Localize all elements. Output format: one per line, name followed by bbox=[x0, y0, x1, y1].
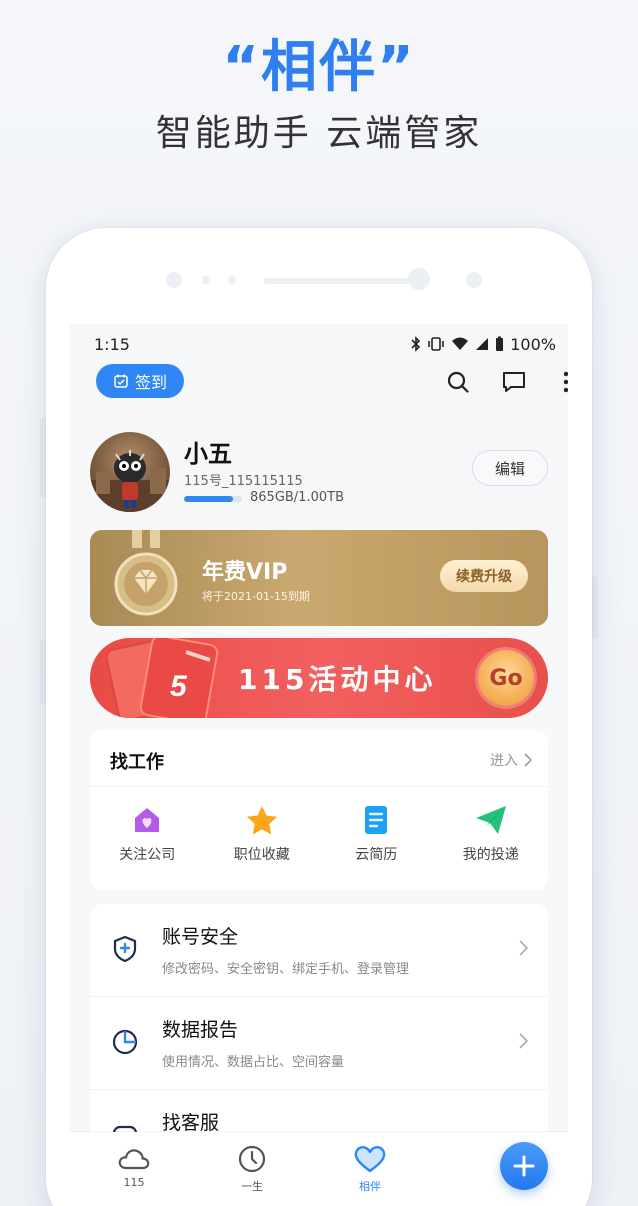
tab-label: 115 bbox=[123, 1176, 145, 1189]
message-icon bbox=[503, 372, 525, 392]
battery-percent: 100% bbox=[510, 334, 556, 354]
phone-side-button bbox=[592, 575, 598, 639]
avatar-image bbox=[90, 450, 170, 512]
go-button[interactable]: Go bbox=[478, 650, 534, 706]
app-screen: 1:15 100% 签到 小五 115号_115115115 865GB/1.0… bbox=[70, 324, 568, 1206]
menu-item-title: 找客服 bbox=[162, 1112, 220, 1134]
sensor-dot bbox=[166, 272, 182, 288]
edit-profile-button[interactable]: 编辑 bbox=[472, 450, 548, 486]
event-title: 115活动中心 bbox=[238, 663, 437, 696]
menu-item-title: 账号安全 bbox=[162, 926, 239, 948]
menu-item-data-report[interactable]: 数据报告 使用情况、数据占比、空间容量 bbox=[90, 997, 548, 1089]
chevron-right-icon bbox=[524, 753, 532, 767]
cloud-icon bbox=[118, 1149, 150, 1170]
resume-icon bbox=[365, 806, 388, 834]
job-item-label: 我的投递 bbox=[462, 847, 519, 863]
earpiece-speaker bbox=[264, 278, 414, 284]
job-item-label: 云简历 bbox=[355, 847, 398, 863]
tab-115[interactable]: 115 bbox=[104, 1144, 164, 1189]
sensor-dot bbox=[202, 276, 210, 284]
jobs-title: 找工作 bbox=[110, 752, 164, 773]
bluetooth-icon bbox=[411, 336, 421, 352]
star-icon bbox=[246, 806, 277, 835]
job-item-label: 职位收藏 bbox=[233, 847, 290, 863]
job-item-saved-positions[interactable]: 职位收藏 bbox=[205, 804, 320, 864]
tab-label: 一生 bbox=[241, 1180, 263, 1193]
bottom-tab-bar: 115 一生 相伴 bbox=[70, 1132, 568, 1206]
more-button[interactable] bbox=[560, 368, 568, 396]
tab-label: 相伴 bbox=[359, 1180, 381, 1193]
menu-item-subtitle: 修改密码、安全密钥、绑定手机、登录管理 bbox=[162, 962, 410, 977]
more-vertical-icon bbox=[563, 371, 568, 393]
job-item-my-applications[interactable]: 我的投递 bbox=[434, 804, 549, 864]
profile-name: 小五 bbox=[184, 440, 232, 468]
chevron-right-icon bbox=[519, 1033, 528, 1049]
phone-frame: 1:15 100% 签到 小五 115号_115115115 865GB/1.0… bbox=[46, 228, 592, 1206]
pie-chart-icon bbox=[112, 1029, 138, 1055]
job-item-followed-companies[interactable]: 关注公司 bbox=[90, 804, 205, 864]
jobs-card: 找工作 进入 关注公司 职位收藏 云简历 我的投递 bbox=[90, 730, 548, 890]
search-icon bbox=[447, 371, 469, 393]
menu-item-subtitle: 使用情况、数据占比、空间容量 bbox=[162, 1055, 345, 1070]
divider bbox=[90, 786, 548, 787]
vibrate-icon bbox=[428, 337, 445, 351]
heart-icon bbox=[354, 1146, 386, 1173]
jobs-enter-link[interactable]: 进入 bbox=[490, 750, 532, 770]
vip-title: 年费VIP bbox=[202, 560, 288, 585]
storage-usage-text: 865GB/1.00TB bbox=[250, 490, 344, 505]
sensor-dot bbox=[466, 272, 482, 288]
menu-item-account-security[interactable]: 账号安全 修改密码、安全密钥、绑定手机、登录管理 bbox=[90, 904, 548, 996]
profile-user-id: 115号_115115115 bbox=[184, 474, 303, 489]
status-time: 1:15 bbox=[94, 334, 130, 354]
job-item-cloud-resume[interactable]: 云简历 bbox=[319, 804, 434, 864]
storage-progress-bar bbox=[184, 496, 242, 502]
vip-card[interactable]: 年费VIP 将于2021-01-15到期 续费升级 bbox=[90, 530, 548, 626]
clock-icon bbox=[238, 1145, 266, 1173]
menu-item-title: 数据报告 bbox=[162, 1019, 239, 1041]
checkin-label: 签到 bbox=[134, 373, 167, 392]
jobs-grid: 关注公司 职位收藏 云简历 我的投递 bbox=[90, 804, 548, 864]
renew-button[interactable]: 续费升级 bbox=[440, 560, 528, 592]
event-banner[interactable]: 5 115活动中心 Go bbox=[90, 638, 548, 718]
menu-icon bbox=[110, 1027, 140, 1057]
job-item-label: 关注公司 bbox=[119, 847, 176, 863]
hero-title: “相伴” bbox=[222, 35, 416, 100]
phone-top-sensors bbox=[46, 268, 592, 292]
company-icon bbox=[135, 808, 160, 832]
menu-icon bbox=[110, 934, 140, 964]
add-button[interactable] bbox=[500, 1142, 548, 1190]
vip-medal-icon bbox=[114, 530, 178, 616]
chevron-right-icon bbox=[519, 940, 528, 956]
shield-icon bbox=[113, 935, 137, 963]
status-icons: 100% bbox=[411, 335, 556, 354]
send-icon bbox=[475, 806, 506, 834]
message-button[interactable] bbox=[500, 368, 528, 396]
red-envelope-icon: 5 bbox=[106, 638, 219, 718]
tab-lifetime[interactable]: 一生 bbox=[222, 1144, 282, 1194]
signal-icon bbox=[476, 338, 489, 350]
jobs-enter-label: 进入 bbox=[490, 753, 518, 769]
vip-expiry: 将于2021-01-15到期 bbox=[202, 590, 310, 603]
calendar-check-icon bbox=[114, 374, 128, 388]
status-bar: 1:15 100% bbox=[94, 334, 556, 354]
tab-companion[interactable]: 相伴 bbox=[340, 1144, 400, 1194]
sensor-dot bbox=[228, 276, 236, 284]
front-camera bbox=[408, 268, 430, 290]
avatar[interactable] bbox=[90, 432, 170, 512]
storage-progress-fill bbox=[184, 496, 233, 502]
search-button[interactable] bbox=[444, 368, 472, 396]
plus-icon bbox=[513, 1155, 535, 1177]
svg-text:5: 5 bbox=[170, 670, 188, 703]
battery-icon bbox=[496, 336, 504, 351]
hero-subtitle: 智能助手 云端管家 bbox=[155, 113, 483, 154]
checkin-button[interactable]: 签到 bbox=[96, 364, 184, 398]
wifi-icon bbox=[452, 337, 469, 350]
